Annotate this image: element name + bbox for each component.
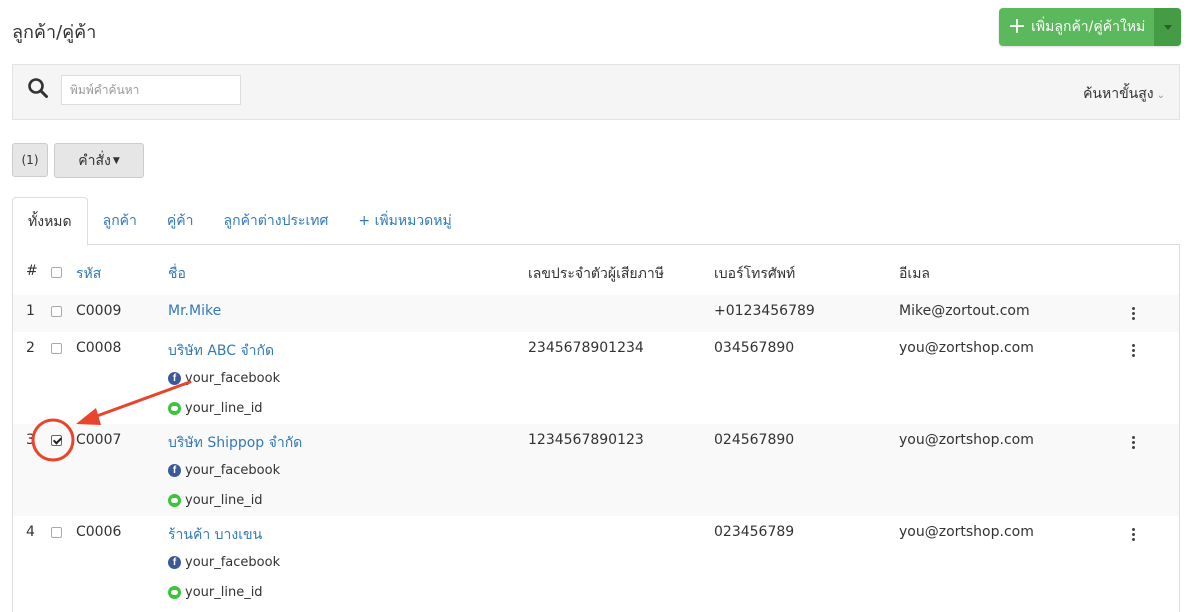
row-name-link[interactable]: Mr.Mike: [168, 303, 221, 319]
row-checkbox[interactable]: [51, 527, 62, 538]
table-row[interactable]: 3 C0007 บริษัท Shippop จำกัด f your_face…: [13, 424, 1179, 516]
line-id: your_line_id: [185, 585, 263, 600]
tab-foreign-customers[interactable]: ลูกค้าต่างประเทศ: [209, 197, 344, 245]
more-vertical-icon[interactable]: [1132, 307, 1136, 320]
add-customer-dropdown-toggle[interactable]: [1154, 8, 1181, 46]
row-tax-id: 2345678901234: [528, 340, 644, 356]
search-panel: ค้นหาขั้นสูง⌄: [12, 64, 1180, 120]
facebook-handle: your_facebook: [185, 371, 281, 386]
row-code: C0009: [76, 303, 122, 319]
facebook-handle: your_facebook: [185, 555, 281, 570]
row-index: 3: [26, 432, 35, 448]
facebook-contact: f your_facebook: [168, 555, 280, 570]
tab-all[interactable]: ทั้งหมด: [12, 197, 88, 246]
row-phone: 034567890: [714, 340, 795, 356]
more-vertical-icon[interactable]: [1132, 436, 1136, 449]
add-customer-button[interactable]: + เพิ่มลูกค้า/คู่ค้าใหม่: [999, 8, 1154, 46]
row-name-link[interactable]: บริษัท ABC จำกัด: [168, 340, 274, 362]
row-checkbox[interactable]: [51, 343, 62, 354]
row-checkbox[interactable]: [51, 306, 62, 317]
row-email: you@zortshop.com: [899, 524, 1034, 540]
category-tabs: ทั้งหมด ลูกค้า คู่ค้า ลูกค้าต่างประเทศ +…: [12, 197, 1180, 246]
facebook-contact: f your_facebook: [168, 371, 280, 386]
line-contact: your_line_id: [168, 585, 263, 600]
row-index: 1: [26, 303, 35, 319]
more-vertical-icon[interactable]: [1132, 344, 1136, 357]
facebook-icon: f: [168, 372, 181, 385]
chevron-down-icon: ⌄: [1156, 90, 1165, 101]
row-phone: 023456789: [714, 524, 795, 540]
column-header-tax-id: เลขประจำตัวผู้เสียภาษี: [528, 266, 664, 282]
row-phone: +0123456789: [714, 303, 815, 319]
line-contact: your_line_id: [168, 401, 263, 416]
customer-table: # รหัส ชื่อ เลขประจำตัวผู้เสียภาษี เบอร์…: [12, 245, 1180, 612]
line-contact: your_line_id: [168, 493, 263, 508]
facebook-icon: f: [168, 464, 181, 477]
select-all-checkbox[interactable]: [51, 267, 62, 278]
table-row[interactable]: 1 C0009 Mr.Mike +0123456789 Mike@zortout…: [13, 295, 1179, 332]
row-name-link[interactable]: ร้านค้า บางเขน: [168, 524, 262, 546]
row-index: 2: [26, 340, 35, 356]
column-header-name[interactable]: ชื่อ: [168, 263, 186, 285]
row-code: C0006: [76, 524, 122, 540]
tab-customers[interactable]: ลูกค้า: [88, 197, 152, 245]
column-header-index: #: [26, 263, 38, 279]
row-phone: 024567890: [714, 432, 795, 448]
search-input[interactable]: [61, 75, 241, 105]
advanced-search-toggle[interactable]: ค้นหาขั้นสูง ⌄: [1083, 83, 1165, 105]
row-name-link[interactable]: บริษัท Shippop จำกัด: [168, 432, 302, 454]
row-email: you@zortshop.com: [899, 340, 1034, 356]
table-row[interactable]: 2 C0008 บริษัท ABC จำกัด f your_facebook…: [13, 332, 1179, 424]
selected-count-badge: (1): [12, 143, 48, 177]
facebook-contact: f your_facebook: [168, 463, 280, 478]
more-vertical-icon[interactable]: [1132, 528, 1136, 541]
row-code: C0007: [76, 432, 122, 448]
table-row[interactable]: 4 C0006 ร้านค้า บางเขน f your_facebook y…: [13, 516, 1179, 612]
line-id: your_line_id: [185, 493, 263, 508]
caret-down-icon: [1163, 24, 1172, 30]
line-id: your_line_id: [185, 401, 263, 416]
command-dropdown-button[interactable]: คำสั่ง ▼: [54, 143, 144, 178]
add-customer-button-group: + เพิ่มลูกค้า/คู่ค้าใหม่: [999, 8, 1181, 46]
line-icon: [168, 586, 181, 599]
search-icon[interactable]: [27, 77, 49, 99]
row-email: Mike@zortout.com: [899, 303, 1030, 319]
row-index: 4: [26, 524, 35, 540]
command-label: คำสั่ง: [78, 152, 111, 169]
add-customer-label: เพิ่มลูกค้า/คู่ค้าใหม่: [1031, 19, 1146, 35]
page-title: ลูกค้า/คู่ค้า: [12, 22, 97, 43]
column-header-phone: เบอร์โทรศัพท์: [714, 266, 796, 282]
plus-icon: +: [1007, 14, 1027, 39]
row-email: you@zortshop.com: [899, 432, 1034, 448]
row-tax-id: 1234567890123: [528, 432, 644, 448]
facebook-icon: f: [168, 556, 181, 569]
advanced-search-label: ค้นหาขั้นสูง: [1083, 86, 1154, 102]
tab-partners[interactable]: คู่ค้า: [152, 197, 209, 245]
column-header-email: อีเมล: [899, 266, 931, 282]
row-code: C0008: [76, 340, 122, 356]
caret-down-icon: ▼: [112, 155, 120, 166]
column-header-code[interactable]: รหัส: [76, 263, 101, 285]
line-icon: [168, 402, 181, 415]
tab-add-category[interactable]: + เพิ่มหมวดหมู่: [343, 197, 466, 245]
row-checkbox[interactable]: [51, 435, 62, 446]
line-icon: [168, 494, 181, 507]
facebook-handle: your_facebook: [185, 463, 281, 478]
